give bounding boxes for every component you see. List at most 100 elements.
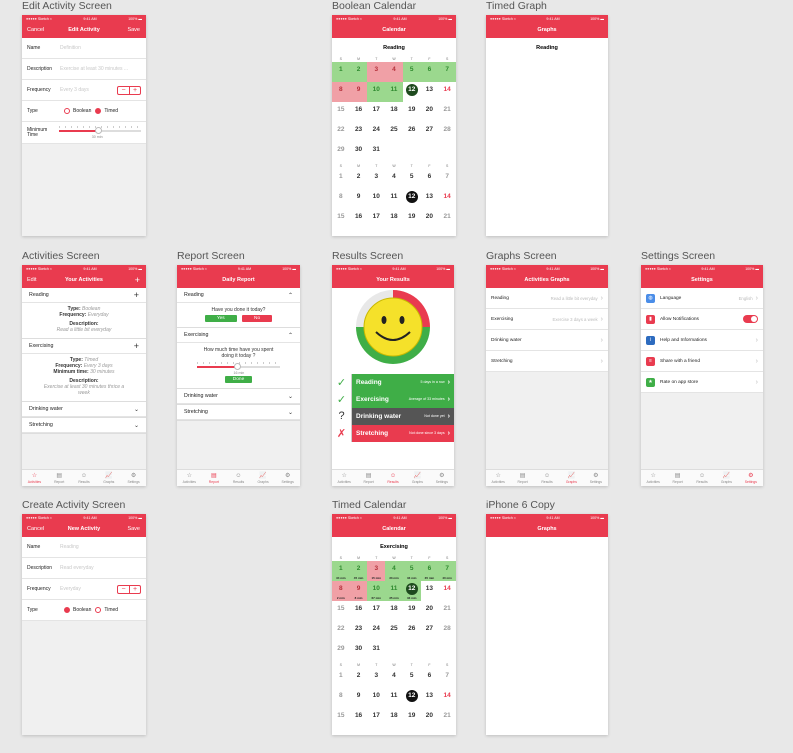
- result-row[interactable]: ✗ Stretching Not done since 3 days ›: [332, 424, 454, 442]
- cancel-button[interactable]: Cancel: [27, 526, 44, 532]
- calendar-day[interactable]: 23: [350, 122, 368, 142]
- settings-row-rate[interactable]: ★ Rate on app store ›: [641, 372, 763, 393]
- calendar-day[interactable]: 11 35 min: [385, 581, 403, 601]
- tab-graphs[interactable]: 📈 Graphs: [251, 470, 276, 486]
- tab-activities[interactable]: ☆ Activities: [22, 470, 47, 486]
- calendar-day[interactable]: 29: [332, 641, 350, 661]
- calendar-day[interactable]: 26: [403, 122, 421, 142]
- plus-icon[interactable]: +: [129, 585, 140, 593]
- calendar-day[interactable]: 21: [438, 102, 456, 122]
- description-field[interactable]: Description Exercise at least 30 minutes …: [22, 59, 146, 80]
- calendar-day[interactable]: 18: [385, 601, 403, 621]
- calendar-day[interactable]: 17: [367, 601, 385, 621]
- calendar-day[interactable]: 5: [403, 668, 421, 688]
- tab-results[interactable]: ☺ Results: [226, 470, 251, 486]
- time-spent-slider[interactable]: 16 min: [197, 362, 280, 376]
- result-row[interactable]: ? Drinking water Not done yet ›: [332, 407, 454, 425]
- graph-row[interactable]: Reading Read a little bit everyday ›: [486, 288, 608, 309]
- calendar-day[interactable]: 12: [403, 189, 421, 209]
- calendar-day[interactable]: 29: [332, 142, 350, 162]
- calendar-day[interactable]: 1: [332, 62, 350, 82]
- description-field[interactable]: Description Read everyday: [22, 558, 146, 579]
- edit-button[interactable]: Edit: [27, 277, 36, 283]
- calendar-day[interactable]: 24: [367, 621, 385, 641]
- calendar-day[interactable]: 16: [350, 102, 368, 122]
- calendar-day[interactable]: 3: [367, 668, 385, 688]
- save-button[interactable]: Save: [127, 27, 140, 33]
- calendar-day[interactable]: 15: [332, 601, 350, 621]
- calendar-day[interactable]: 1 34 min: [332, 561, 350, 581]
- tab-settings[interactable]: ⚙ Settings: [121, 470, 146, 486]
- calendar-day[interactable]: 4: [385, 62, 403, 82]
- calendar-day[interactable]: 2: [350, 668, 368, 688]
- graph-row[interactable]: Exercising Exercise 3 days a week ›: [486, 309, 608, 330]
- calendar-day[interactable]: 13: [421, 189, 439, 209]
- frequency-stepper[interactable]: − +: [117, 85, 141, 95]
- calendar-day[interactable]: 19: [403, 601, 421, 621]
- calendar-day[interactable]: 31: [367, 641, 385, 661]
- graph-row[interactable]: Stretching ›: [486, 351, 608, 372]
- timed-radio[interactable]: [95, 108, 102, 114]
- section-header[interactable]: Exercising ⌃: [177, 328, 300, 343]
- plus-icon[interactable]: +: [134, 290, 139, 300]
- calendar-day[interactable]: 2: [350, 169, 368, 189]
- tab-graphs[interactable]: 📈 Graphs: [559, 470, 583, 486]
- minus-icon[interactable]: −: [118, 87, 129, 94]
- tab-results[interactable]: ☺ Results: [535, 470, 559, 486]
- calendar-day[interactable]: 1: [332, 169, 350, 189]
- calendar-day[interactable]: 11: [385, 688, 403, 708]
- calendar-day[interactable]: 19: [403, 708, 421, 728]
- calendar-day[interactable]: 10: [367, 189, 385, 209]
- frequency-field[interactable]: Frequency Every 3 days − +: [22, 80, 146, 101]
- calendar-day[interactable]: 17: [367, 708, 385, 728]
- name-field[interactable]: Name Reading: [22, 537, 146, 558]
- name-field[interactable]: Name Definition: [22, 38, 146, 59]
- calendar-day[interactable]: 7: [438, 62, 456, 82]
- tab-settings[interactable]: ⚙ Settings: [584, 470, 608, 486]
- section-header[interactable]: Exercising +: [22, 339, 146, 354]
- yes-button[interactable]: Yes: [204, 315, 237, 322]
- section-header[interactable]: Reading ⌃: [177, 288, 300, 303]
- calendar-day[interactable]: 16: [350, 209, 368, 229]
- calendar-day[interactable]: 6: [420, 62, 439, 82]
- notifications-toggle[interactable]: [743, 315, 758, 323]
- no-button[interactable]: No: [242, 315, 273, 322]
- calendar-day[interactable]: 2: [349, 62, 368, 82]
- calendar-day[interactable]: 9: [350, 688, 368, 708]
- calendar-day[interactable]: 5 33 min: [402, 561, 421, 581]
- calendar-day[interactable]: 23: [350, 621, 368, 641]
- tab-settings[interactable]: ⚙ Settings: [275, 470, 300, 486]
- calendar-day[interactable]: 20: [421, 601, 439, 621]
- calendar-day[interactable]: 4: [385, 668, 403, 688]
- boolean-radio[interactable]: [64, 108, 70, 114]
- calendar-day[interactable]: 18: [385, 708, 403, 728]
- result-row[interactable]: ✓ Reading 5 days in a row ›: [332, 373, 454, 391]
- settings-row-help[interactable]: i Help and Informations ›: [641, 330, 763, 351]
- calendar-day[interactable]: 4: [385, 169, 403, 189]
- calendar-day[interactable]: 11: [385, 82, 403, 102]
- done-button[interactable]: Done: [224, 376, 253, 383]
- calendar-day[interactable]: 19: [403, 209, 421, 229]
- tab-settings[interactable]: ⚙ Settings: [430, 470, 454, 486]
- boolean-radio[interactable]: [64, 607, 70, 613]
- calendar-day[interactable]: 30: [350, 142, 368, 162]
- tab-report[interactable]: ▤ Report: [202, 470, 227, 486]
- calendar-day[interactable]: 14: [438, 189, 456, 209]
- calendar-day[interactable]: 21: [438, 601, 456, 621]
- tab-activities[interactable]: ☆ Activities: [486, 470, 510, 486]
- calendar-day[interactable]: 22: [332, 621, 350, 641]
- calendar-day[interactable]: 13: [421, 581, 439, 601]
- timed-radio[interactable]: [95, 607, 102, 613]
- calendar-day[interactable]: 7: [438, 668, 456, 688]
- tab-settings[interactable]: ⚙ Settings: [739, 470, 763, 486]
- report-stretching[interactable]: Stretching ⌄: [177, 405, 300, 421]
- settings-row-language[interactable]: ◍ Language English ›: [641, 288, 763, 309]
- calendar-day[interactable]: 16: [350, 708, 368, 728]
- calendar-day[interactable]: 5: [402, 62, 421, 82]
- calendar-day[interactable]: 11: [385, 189, 403, 209]
- calendar-day[interactable]: 3 15 min: [367, 561, 386, 581]
- calendar-day[interactable]: 18: [385, 102, 403, 122]
- calendar-day[interactable]: 20: [421, 102, 439, 122]
- calendar-day[interactable]: 24: [367, 122, 385, 142]
- calendar-day[interactable]: 9: [349, 82, 368, 102]
